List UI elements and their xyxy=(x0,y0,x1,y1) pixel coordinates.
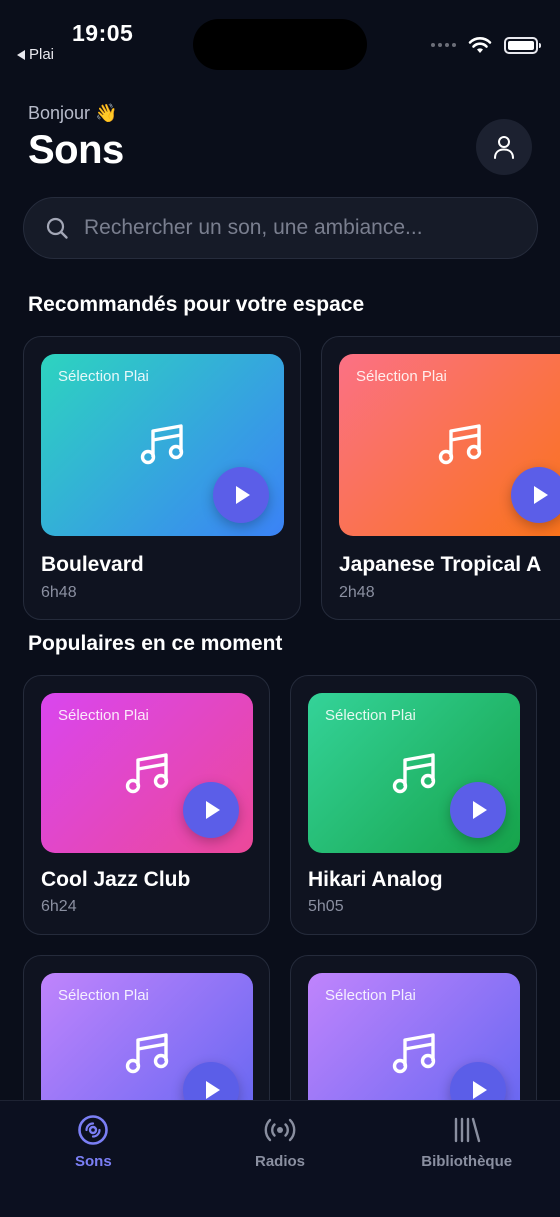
play-icon xyxy=(206,1081,220,1099)
selection-badge: Sélection Plai xyxy=(58,368,149,385)
music-note-icon xyxy=(392,1033,436,1074)
card-title: Japanese Tropical A xyxy=(339,553,542,576)
profile-button[interactable] xyxy=(476,119,532,175)
play-icon xyxy=(473,801,487,819)
search-input[interactable] xyxy=(84,216,537,240)
play-button[interactable] xyxy=(450,782,506,838)
battery-icon xyxy=(504,36,541,54)
card-duration: 2h48 xyxy=(339,584,375,601)
card-duration: 6h24 xyxy=(41,898,77,915)
play-icon xyxy=(206,801,220,819)
selection-badge: Sélection Plai xyxy=(356,368,447,385)
play-icon xyxy=(534,486,548,504)
search-icon xyxy=(44,215,70,241)
selection-badge: Sélection Plai xyxy=(58,707,149,724)
music-note-icon xyxy=(140,424,184,465)
card-artwork: Sélection Plai xyxy=(308,693,520,853)
tab-label: Sons xyxy=(74,1153,112,1170)
user-icon xyxy=(494,136,514,159)
sound-card-boulevard[interactable]: Sélection Plai Boulevard 6h48 xyxy=(23,336,301,620)
play-icon xyxy=(473,1081,487,1099)
page-title: Sons xyxy=(28,128,124,172)
back-label: Plai xyxy=(29,46,55,63)
music-note-icon xyxy=(438,424,482,465)
section-title-popular: Populaires en ce moment xyxy=(28,632,283,655)
tab-sons[interactable]: Sons xyxy=(0,1101,187,1217)
card-artwork: Sélection Plai xyxy=(339,354,560,536)
status-time: 19:05 xyxy=(72,20,134,46)
back-to-app-link[interactable]: Plai xyxy=(17,46,54,63)
music-note-icon xyxy=(125,1033,169,1074)
wifi-icon xyxy=(468,37,492,53)
cellular-signal-icon xyxy=(431,43,456,47)
play-button[interactable] xyxy=(213,467,269,523)
play-icon xyxy=(236,486,250,504)
play-button[interactable] xyxy=(183,782,239,838)
selection-badge: Sélection Plai xyxy=(58,987,149,1004)
card-title: Boulevard xyxy=(41,553,144,576)
music-note-icon xyxy=(392,753,436,794)
music-note-icon xyxy=(125,753,169,794)
back-arrow-icon xyxy=(17,49,25,60)
tab-bibliotheque[interactable]: Bibliothèque xyxy=(373,1101,560,1217)
selection-badge: Sélection Plai xyxy=(325,707,416,724)
play-button[interactable] xyxy=(511,467,560,523)
tab-radios[interactable]: Radios xyxy=(187,1101,374,1217)
library-icon xyxy=(454,1117,480,1143)
card-duration: 5h05 xyxy=(308,898,344,915)
tab-bar: Sons Radios Bibliothèque xyxy=(0,1100,560,1217)
card-title: Cool Jazz Club xyxy=(41,868,191,891)
section-title-recommended: Recommandés pour votre espace xyxy=(28,293,365,316)
tab-label: Bibliothèque xyxy=(421,1153,513,1170)
card-artwork: Sélection Plai xyxy=(41,354,284,536)
card-title: Hikari Analog xyxy=(308,868,443,891)
radio-broadcast-icon xyxy=(264,1118,296,1142)
greeting: Bonjour 👋 xyxy=(28,103,118,123)
status-bar: 19:05 Plai xyxy=(0,0,560,80)
selection-badge: Sélection Plai xyxy=(325,987,416,1004)
card-duration: 6h48 xyxy=(41,584,77,601)
status-indicators xyxy=(431,36,541,54)
vinyl-icon xyxy=(78,1115,109,1145)
tab-label: Radios xyxy=(255,1153,306,1170)
sound-card-hikari-analog[interactable]: Sélection Plai Hikari Analog 5h05 xyxy=(290,675,537,935)
sound-card-japanese-tropical[interactable]: Sélection Plai Japanese Tropical A 2h48 xyxy=(321,336,560,620)
search-bar xyxy=(23,197,538,259)
sound-card-cool-jazz-club[interactable]: Sélection Plai Cool Jazz Club 6h24 xyxy=(23,675,270,935)
app-screen: 19:05 Plai Bonjour 👋 Sons Rechercher un … xyxy=(0,0,560,1217)
dynamic-island xyxy=(193,19,367,70)
card-artwork: Sélection Plai xyxy=(41,693,253,853)
